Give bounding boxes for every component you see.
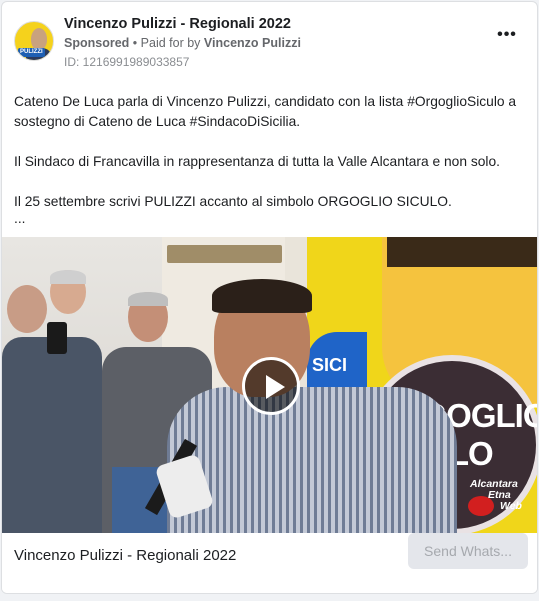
see-more-ellipsis[interactable]: ... xyxy=(14,212,525,226)
send-whatsapp-button[interactable]: Send Whats... xyxy=(408,533,528,569)
poster-hair xyxy=(387,237,537,267)
paid-for-prefix: Paid for by xyxy=(140,36,201,50)
avatar[interactable]: PULIZZI xyxy=(14,21,54,61)
watermark-line3: Web xyxy=(500,500,522,512)
avatar-tag: PULIZZI xyxy=(18,48,45,57)
bystander-1-body xyxy=(2,337,102,533)
bg-ornament xyxy=(167,245,282,263)
post-paragraph-3: Il 25 settembre scrivi PULIZZI accanto a… xyxy=(14,194,452,209)
speaker-shirt xyxy=(167,387,457,533)
bystander-2-hair xyxy=(50,270,86,284)
channel-watermark: Alcantara Etna Web xyxy=(468,479,522,516)
page-name[interactable]: Vincenzo Pulizzi - Regionali 2022 xyxy=(64,16,291,32)
sponsored-meta: Sponsored • Paid for by Vincenzo Pulizzi xyxy=(64,36,301,50)
meta-separator: • xyxy=(132,36,138,50)
sponsored-label: Sponsored xyxy=(64,36,130,50)
post-paragraph-1: Cateno De Luca parla di Vincenzo Pulizzi… xyxy=(14,94,517,129)
play-button[interactable] xyxy=(242,357,300,415)
avatar-face xyxy=(31,28,47,50)
play-icon xyxy=(266,375,285,399)
ad-card: PULIZZI Vincenzo Pulizzi - Regionali 202… xyxy=(1,1,538,594)
phone xyxy=(47,322,67,354)
post-text: Cateno De Luca parla di Vincenzo Pulizzi… xyxy=(14,92,525,226)
post-header: PULIZZI Vincenzo Pulizzi - Regionali 202… xyxy=(14,14,525,72)
footer-title[interactable]: Vincenzo Pulizzi - Regionali 2022 xyxy=(14,547,236,564)
cta-footer: Vincenzo Pulizzi - Regionali 2022 Send W… xyxy=(2,533,537,593)
more-options-button[interactable]: ••• xyxy=(495,27,519,46)
more-horizontal-icon: ••• xyxy=(497,26,517,43)
video-media[interactable]: SICI ORGOGLIO SICULO Alcantara xyxy=(2,237,537,533)
paid-for-name: Vincenzo Pulizzi xyxy=(203,36,301,50)
bystander-3-hair xyxy=(128,292,168,306)
post-paragraph-2: Il Sindaco di Francavilla in rappresenta… xyxy=(14,154,500,169)
speaker-hair xyxy=(212,279,312,313)
poster-side-text: SICI xyxy=(312,355,348,375)
bystander-1-head xyxy=(7,285,47,333)
ad-id: ID: 1216991989033857 xyxy=(64,55,190,69)
